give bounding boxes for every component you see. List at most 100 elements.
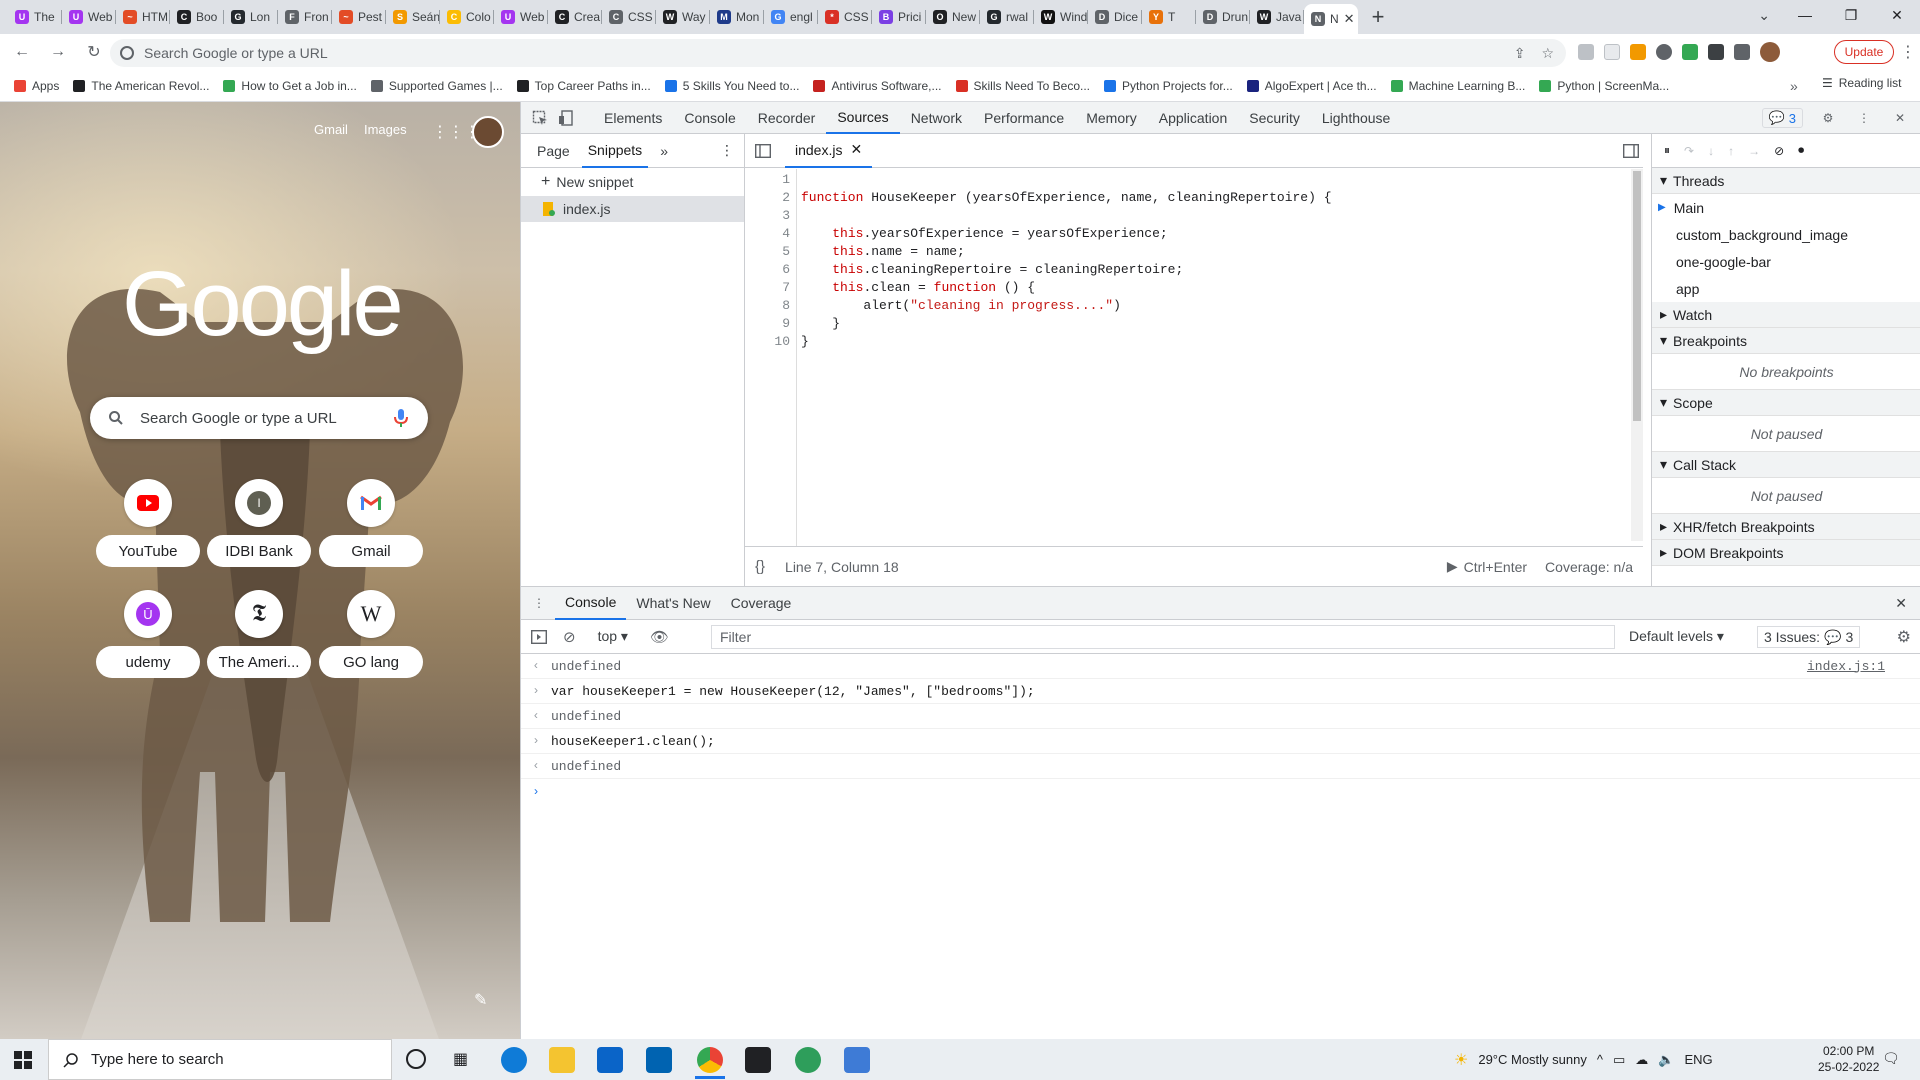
log-levels-dropdown[interactable]: Default levels ▾ — [1629, 628, 1724, 645]
devtools-tab-console[interactable]: Console — [673, 102, 746, 134]
scrollbar-thumb[interactable] — [1633, 171, 1641, 421]
taskbar-search-box[interactable]: Type here to search — [48, 1039, 392, 1080]
puzzle-icon[interactable] — [1708, 44, 1724, 60]
browser-tab[interactable]: * CSS — [818, 0, 872, 34]
drawer-tab-whats-new[interactable]: What's New — [626, 586, 720, 620]
windows-start-icon[interactable] — [14, 1051, 32, 1069]
browser-tab[interactable]: C Boo — [170, 0, 224, 34]
taskbar-clock[interactable]: 02:00 PM 25-02-2022 — [1818, 1043, 1879, 1075]
browser-tab[interactable]: G Lon — [224, 0, 278, 34]
bookmark-item[interactable]: AlgoExpert | Ace th... — [1246, 79, 1377, 93]
extension-icon[interactable] — [1604, 44, 1620, 60]
reload-button[interactable]: ↻ — [80, 38, 108, 66]
reading-list-button[interactable]: ☰ Reading list — [1822, 76, 1901, 90]
threads-section-header[interactable]: ▾ Threads — [1652, 168, 1920, 194]
close-window-button[interactable]: ✕ — [1874, 0, 1920, 30]
bookmark-item[interactable]: Machine Learning B... — [1390, 79, 1525, 93]
drawer-tab-console[interactable]: Console — [555, 586, 627, 620]
close-devtools-icon[interactable]: ✕ — [1889, 107, 1911, 129]
thread-item[interactable]: custom_background_image — [1652, 221, 1920, 248]
new-snippet-button[interactable]: + New snippet — [521, 168, 744, 196]
deactivate-breakpoints-icon[interactable]: ⊘ — [1774, 144, 1784, 158]
tab-page[interactable]: Page — [531, 134, 576, 168]
shortcut-tile[interactable]: Gmail — [319, 479, 423, 579]
address-bar[interactable]: Search Google or type a URL ⇪ ☆ — [110, 39, 1566, 67]
xhr-breakpoints-section-header[interactable]: ▸ XHR/fetch Breakpoints — [1652, 514, 1920, 540]
browser-tab[interactable]: U The — [8, 0, 62, 34]
thread-item[interactable]: one-google-bar — [1652, 248, 1920, 275]
share-icon[interactable]: ⇪ — [1514, 45, 1526, 62]
pause-icon[interactable]: ⏸ — [1664, 143, 1670, 158]
browser-tab[interactable]: W Java — [1250, 0, 1304, 34]
browser-tab[interactable]: Grwal — [980, 0, 1034, 34]
restore-button[interactable]: ❐ — [1828, 0, 1874, 30]
run-shortcut[interactable]: Ctrl+Enter — [1464, 559, 1527, 575]
browser-tab[interactable]: U Web — [62, 0, 116, 34]
browser-tab[interactable]: ~ HTM — [116, 0, 170, 34]
back-button[interactable]: ← — [8, 38, 36, 66]
devtools-tab-performance[interactable]: Performance — [973, 102, 1075, 134]
close-tab-icon[interactable]: ✕ — [1344, 11, 1355, 27]
breakpoints-section-header[interactable]: ▾ Breakpoints — [1652, 328, 1920, 354]
task-view-icon[interactable]: ▦ — [453, 1049, 468, 1069]
pause-on-exceptions-icon[interactable]: ⏺ — [1798, 143, 1804, 158]
edge-icon[interactable] — [501, 1047, 527, 1073]
close-tab-icon[interactable]: ✕ — [850, 141, 862, 158]
callstack-section-header[interactable]: ▾ Call Stack — [1652, 452, 1920, 478]
shortcut-tile[interactable]: 𝕿 The Ameri... — [207, 590, 311, 690]
account-avatar[interactable] — [472, 116, 504, 148]
browser-tab[interactable]: C CSS — [602, 0, 656, 34]
devtools-tab-memory[interactable]: Memory — [1075, 102, 1148, 134]
step-out-icon[interactable]: ↑ — [1728, 144, 1734, 158]
notifications-icon[interactable]: 🗨 — [1882, 1050, 1900, 1067]
minimize-button[interactable]: — — [1782, 0, 1828, 30]
bookmark-star-icon[interactable]: ☆ — [1541, 45, 1554, 62]
close-drawer-icon[interactable]: ✕ — [1895, 595, 1907, 612]
media-icon[interactable] — [1734, 44, 1750, 60]
console-source-link[interactable]: index.js:1 — [1807, 659, 1885, 674]
tab-snippets[interactable]: Snippets — [581, 134, 649, 168]
weather-text[interactable]: 29°C Mostly sunny — [1478, 1052, 1587, 1067]
clear-console-icon[interactable]: ⊘ — [563, 628, 576, 646]
issues-badge[interactable]: 💬 3 — [1761, 108, 1803, 128]
drawer-menu-icon[interactable]: ⋮ — [533, 596, 545, 610]
chrome-icon[interactable] — [697, 1047, 723, 1073]
mail-icon[interactable] — [597, 1047, 623, 1073]
bookmark-item[interactable]: 5 Skills You Need to... — [664, 79, 799, 93]
snippet-file-item[interactable]: index.js — [521, 196, 744, 222]
console-issues-button[interactable]: 3 Issues: 💬 3 — [1757, 626, 1861, 648]
tray-chevron-icon[interactable]: ^ — [1597, 1052, 1603, 1067]
context-selector[interactable]: top ▾ — [598, 628, 628, 645]
extension-icon[interactable] — [1578, 44, 1594, 60]
ntp-search-box[interactable]: Search Google or type a URL — [90, 397, 428, 439]
volume-icon[interactable]: 🔈 — [1658, 1052, 1674, 1068]
navigator-menu-icon[interactable]: ⋮ — [714, 134, 740, 168]
devtools-tab-network[interactable]: Network — [900, 102, 973, 134]
shortcut-tile[interactable]: YouTube — [96, 479, 200, 579]
device-toolbar-icon[interactable] — [555, 107, 577, 129]
bookmarks-overflow-icon[interactable]: » — [1790, 78, 1798, 94]
store-icon[interactable] — [646, 1047, 672, 1073]
toggle-navigator-icon[interactable] — [755, 143, 771, 158]
browser-tab[interactable]: C Crea — [548, 0, 602, 34]
devtools-tab-recorder[interactable]: Recorder — [747, 102, 827, 134]
devtools-tab-lighthouse[interactable]: Lighthouse — [1311, 102, 1402, 134]
devtools-tab-security[interactable]: Security — [1238, 102, 1311, 134]
bookmark-item[interactable]: Top Career Paths in... — [516, 79, 651, 93]
console-filter-input[interactable]: Filter — [711, 625, 1615, 649]
browser-tab[interactable]: D Drun — [1196, 0, 1250, 34]
browser-tab[interactable]: S Seán — [386, 0, 440, 34]
bookmark-item[interactable]: Python | ScreenMa... — [1539, 79, 1669, 93]
drawer-tab-coverage[interactable]: Coverage — [721, 586, 802, 620]
run-icon[interactable]: ▶ — [1447, 558, 1458, 575]
browser-tab[interactable]: Gengl — [764, 0, 818, 34]
step-icon[interactable]: → — [1748, 144, 1760, 158]
gmail-link[interactable]: Gmail — [314, 122, 348, 137]
live-expression-eye-icon[interactable]: 👁 — [650, 628, 669, 646]
devtools-tab-elements[interactable]: Elements — [593, 102, 673, 134]
bookmark-item[interactable]: Supported Games |... — [370, 79, 503, 93]
bookmark-item[interactable]: Apps — [14, 79, 59, 93]
battery-icon[interactable]: ▭ — [1613, 1052, 1625, 1068]
browser-tab[interactable]: M Mon — [710, 0, 764, 34]
shortcut-tile[interactable]: I IDBI Bank — [207, 479, 311, 579]
